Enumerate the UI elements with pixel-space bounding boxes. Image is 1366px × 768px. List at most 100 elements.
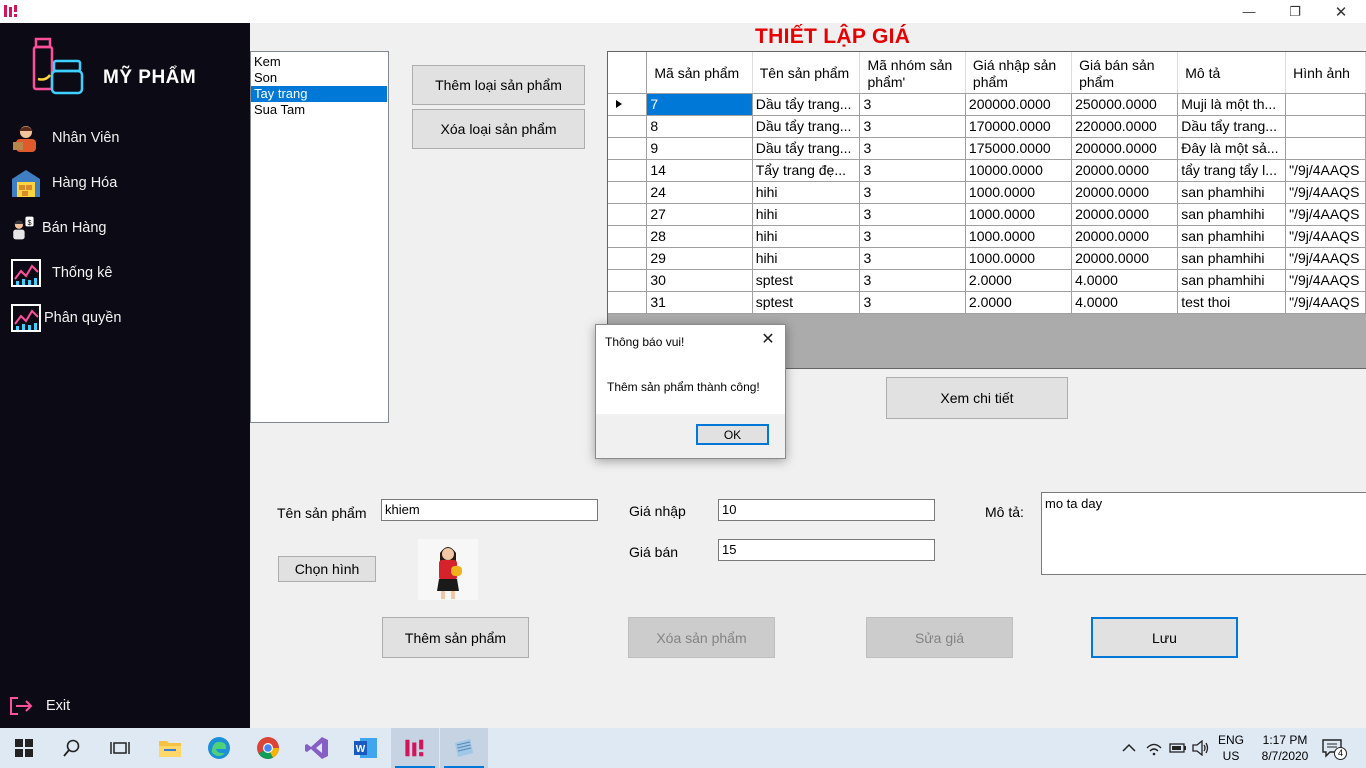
category-listbox[interactable]: Kem Son Tay trang Sua Tam — [250, 51, 389, 423]
table-cell[interactable]: 3 — [859, 137, 966, 160]
table-cell[interactable]: 3 — [859, 225, 966, 248]
close-window-button[interactable]: ✕ — [1318, 0, 1364, 23]
column-header[interactable]: Giá nhập sản phẩm — [965, 52, 1073, 94]
table-cell[interactable]: "/9j/4AAQS — [1285, 225, 1366, 248]
taskbar-edge[interactable] — [195, 728, 243, 768]
taskbar-chrome[interactable] — [244, 728, 292, 768]
table-cell[interactable]: sptest — [752, 269, 861, 292]
table-row[interactable]: 27 hihi 3 1000.0000 20000.0000 san phamhihi "/… — [608, 203, 1366, 226]
table-cell[interactable]: 2.0000 — [965, 291, 1073, 314]
table-cell[interactable]: 3 — [859, 203, 966, 226]
table-cell[interactable]: 200000.0000 — [965, 93, 1073, 116]
taskbar-visual-studio[interactable] — [293, 728, 341, 768]
table-cell[interactable]: 200000.0000 — [1071, 137, 1179, 160]
row-header[interactable] — [608, 181, 648, 204]
clock[interactable]: 1:17 PM 8/7/2020 — [1252, 732, 1318, 764]
table-cell[interactable]: hihi — [752, 181, 861, 204]
row-header[interactable] — [608, 291, 648, 314]
product-grid[interactable]: Mã sản phẩm Tên sản phẩm Mã nhóm sản phẩ… — [607, 51, 1366, 369]
minimize-button[interactable]: — — [1226, 0, 1272, 23]
table-cell[interactable]: 3 — [859, 291, 966, 314]
column-header[interactable]: Tên sản phẩm — [752, 52, 861, 94]
language-indicator[interactable]: ENG US — [1214, 732, 1248, 764]
start-button[interactable] — [0, 728, 48, 768]
table-cell[interactable]: 3 — [859, 159, 966, 182]
taskbar-word[interactable]: W — [342, 728, 390, 768]
battery-icon[interactable] — [1169, 741, 1187, 755]
table-cell[interactable]: 20000.0000 — [1071, 247, 1179, 270]
category-item-kem[interactable]: Kem — [251, 54, 387, 70]
table-cell[interactable]: hihi — [752, 247, 861, 270]
row-header[interactable] — [608, 203, 648, 226]
category-item-sua-tam[interactable]: Sua Tam — [251, 102, 387, 118]
sidebar-item-ban-hang[interactable]: $ Bán Hàng — [10, 211, 240, 245]
table-cell[interactable]: 30 — [646, 269, 753, 292]
table-cell[interactable]: 1000.0000 — [965, 225, 1073, 248]
table-cell[interactable]: tẩy trang tẩy l... — [1177, 159, 1287, 182]
table-cell[interactable]: hihi — [752, 225, 861, 248]
table-cell[interactable]: san phamhihi — [1177, 203, 1287, 226]
table-cell[interactable]: 2.0000 — [965, 269, 1073, 292]
table-cell[interactable]: hihi — [752, 203, 861, 226]
table-cell[interactable]: Đây là một sả... — [1177, 137, 1287, 160]
table-cell[interactable]: 4.0000 — [1071, 269, 1179, 292]
save-button[interactable]: Lưu — [1091, 617, 1238, 658]
table-cell[interactable]: 1000.0000 — [965, 203, 1073, 226]
sidebar-item-thong-ke[interactable]: Thống kê — [10, 256, 240, 290]
row-header[interactable] — [608, 247, 648, 270]
add-category-button[interactable]: Thêm loại sản phẩm — [412, 65, 585, 105]
table-row[interactable]: 24 hihi 3 1000.0000 20000.0000 san phamhihi "/… — [608, 181, 1366, 204]
table-cell[interactable]: "/9j/4AAQS — [1285, 247, 1366, 270]
table-cell[interactable]: Dầu tẩy trang... — [752, 115, 861, 138]
table-cell[interactable]: san phamhihi — [1177, 269, 1287, 292]
import-price-input[interactable]: 10 — [718, 499, 935, 521]
table-cell[interactable]: Tẩy trang đẹ... — [752, 159, 861, 182]
sell-price-input[interactable]: 15 — [718, 539, 935, 561]
sidebar-item-nhan-vien[interactable]: Nhân Viên — [10, 121, 240, 155]
table-cell[interactable]: 170000.0000 — [965, 115, 1073, 138]
restore-button[interactable]: ❐ — [1272, 0, 1318, 23]
table-cell[interactable]: 31 — [646, 291, 753, 314]
table-row[interactable]: 14 Tẩy trang đẹ... 3 10000.0000 20000.0000 tẩ… — [608, 159, 1366, 182]
dialog-close-icon[interactable]: ✕ — [759, 331, 777, 349]
table-cell[interactable]: 250000.0000 — [1071, 93, 1179, 116]
table-cell[interactable]: 3 — [859, 115, 966, 138]
table-cell[interactable]: sptest — [752, 291, 861, 314]
table-cell[interactable]: Dầu tẩy trang... — [752, 137, 861, 160]
table-cell[interactable]: san phamhihi — [1177, 247, 1287, 270]
sidebar-item-phan-quyen[interactable]: Phân quyền — [10, 301, 240, 335]
edit-price-button[interactable]: Sửa giá — [866, 617, 1013, 658]
delete-category-button[interactable]: Xóa loại sản phẩm — [412, 109, 585, 149]
table-cell[interactable]: Dầu tẩy trang... — [1177, 115, 1287, 138]
taskbar-notes-app[interactable] — [440, 728, 488, 768]
choose-image-button[interactable]: Chọn hình — [278, 556, 376, 582]
chevron-up-icon[interactable] — [1122, 742, 1136, 754]
table-cell[interactable]: 3 — [859, 181, 966, 204]
table-cell[interactable]: Dầu tẩy trang... — [752, 93, 861, 116]
table-cell[interactable]: 175000.0000 — [965, 137, 1073, 160]
task-view-button[interactable] — [96, 728, 144, 768]
dialog-ok-button[interactable]: OK — [696, 424, 769, 445]
table-cell[interactable]: 1000.0000 — [965, 247, 1073, 270]
table-cell[interactable]: Muji là một th... — [1177, 93, 1287, 116]
table-cell[interactable]: 24 — [646, 181, 753, 204]
table-cell[interactable] — [1285, 137, 1366, 160]
row-header[interactable] — [608, 115, 648, 138]
table-cell[interactable]: "/9j/4AAQS — [1285, 203, 1366, 226]
table-row[interactable]: 30 sptest 3 2.0000 4.0000 san phamhihi "/9j/4A… — [608, 269, 1366, 292]
exit-button[interactable]: Exit — [8, 693, 70, 719]
table-cell[interactable]: 7 — [646, 93, 753, 116]
volume-icon[interactable] — [1192, 740, 1210, 756]
taskbar-cosmetics-app[interactable] — [391, 728, 439, 768]
table-cell[interactable]: 20000.0000 — [1071, 225, 1179, 248]
table-cell[interactable] — [1285, 115, 1366, 138]
table-cell[interactable]: 9 — [646, 137, 753, 160]
table-cell[interactable]: 3 — [859, 269, 966, 292]
table-cell[interactable]: "/9j/4AAQS — [1285, 269, 1366, 292]
column-header[interactable]: Mã nhóm sản phẩm' — [859, 52, 966, 94]
taskbar-file-explorer[interactable] — [146, 728, 194, 768]
table-cell[interactable]: 4.0000 — [1071, 291, 1179, 314]
table-cell[interactable]: 3 — [859, 247, 966, 270]
table-cell[interactable]: san phamhihi — [1177, 225, 1287, 248]
table-cell[interactable]: "/9j/4AAQS — [1285, 181, 1366, 204]
